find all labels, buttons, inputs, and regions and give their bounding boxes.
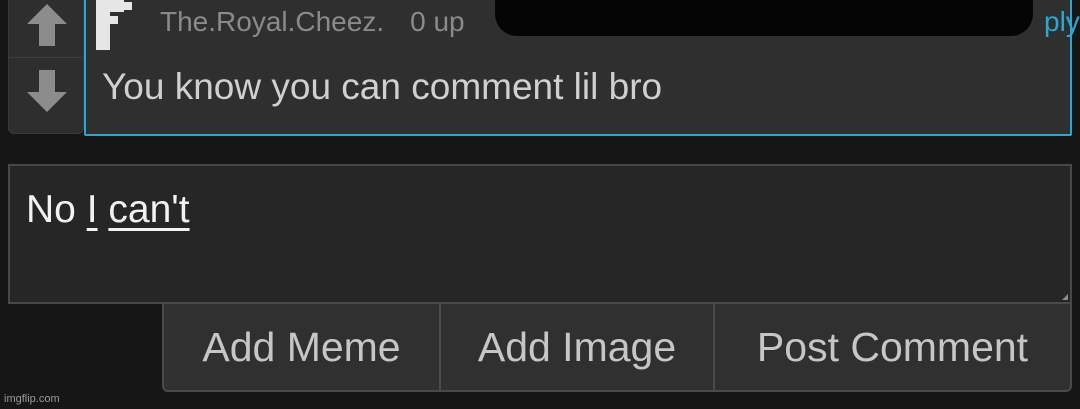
vote-divider (9, 57, 83, 58)
reply-word-underlined: can't (108, 188, 190, 231)
post-comment-button[interactable]: Post Comment (713, 304, 1070, 390)
reply-link[interactable]: ply (1044, 6, 1080, 38)
reply-text: No I can't (26, 188, 190, 232)
comment-text: You know you can comment lil bro (102, 66, 663, 107)
comment-username[interactable]: The.Royal.Cheez. (160, 6, 384, 37)
comment-points: 0 up (410, 6, 465, 37)
vote-column (8, 0, 84, 134)
upvote-button[interactable] (9, 0, 85, 55)
overlay-image (495, 0, 1033, 36)
comment-meta: The.Royal.Cheez. 0 up (160, 6, 465, 38)
reply-word-underlined: I (86, 188, 98, 231)
arrow-down-icon (27, 70, 67, 112)
comment-action-bar: Add Meme Add Image Post Comment (162, 302, 1072, 392)
add-image-button[interactable]: Add Image (439, 304, 713, 390)
add-meme-button[interactable]: Add Meme (164, 304, 439, 390)
user-avatar[interactable] (96, 0, 136, 50)
downvote-button[interactable] (9, 61, 85, 121)
resize-grip-icon[interactable] (1062, 294, 1068, 300)
reply-textarea[interactable]: No I can't (8, 164, 1072, 304)
reply-word: No (26, 188, 76, 231)
watermark: imgflip.com (4, 393, 60, 405)
arrow-up-icon (27, 4, 67, 46)
